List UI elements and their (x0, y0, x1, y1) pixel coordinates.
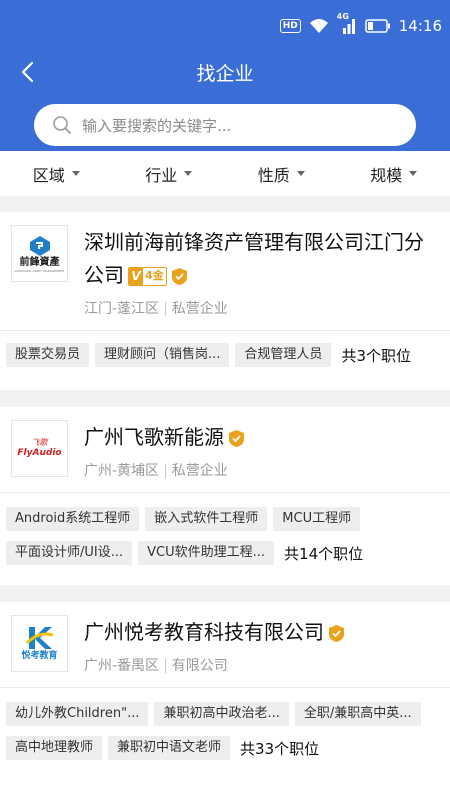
job-count: 共33个职位 (240, 739, 320, 758)
battery-icon (365, 19, 390, 33)
divider (0, 687, 450, 688)
search-placeholder: 输入要搜索的关键字... (82, 116, 232, 135)
job-tag[interactable]: 合规管理人员 (235, 343, 332, 367)
meta-separator: | (163, 301, 168, 317)
job-tag[interactable]: 平面设计师/UI设... (6, 541, 133, 565)
logo-text: 前鋒資產 (19, 256, 60, 268)
filter-bar: 区域 行业 性质 规模 (0, 151, 450, 196)
job-count: 共14个职位 (284, 544, 364, 563)
status-bar: HD 4G 14:16 (0, 0, 450, 50)
meta-separator: | (163, 463, 168, 479)
company-name: 深圳前海前锋资产管理有限公司江门分公司 V 4金 (84, 226, 434, 292)
verified-shield-icon (329, 625, 344, 642)
job-tag[interactable]: 兼职初高中政治老... (154, 702, 289, 726)
filter-label: 行业 (145, 165, 178, 185)
page-title: 找企业 (196, 63, 254, 85)
company-type: 私营企业 (171, 301, 228, 317)
job-tag[interactable]: 股票交易员 (6, 343, 90, 367)
job-tags: 股票交易员 理财顾问（销售岗... 合规管理人员 共3个职位 (6, 343, 446, 377)
company-type: 私营企业 (171, 463, 228, 479)
meta-separator: | (163, 658, 168, 674)
company-location: 广州-番禺区 (84, 658, 160, 674)
search-icon (53, 116, 71, 134)
company-name: 广州飞歌新能源 (84, 421, 434, 454)
job-tag[interactable]: 全职/兼职高中英... (294, 702, 421, 726)
caret-down-icon (184, 171, 193, 176)
verified-shield-icon (171, 268, 187, 285)
company-meta: 江门-蓬江区 | 私营企业 (84, 298, 228, 318)
company-type: 有限公司 (171, 658, 228, 674)
divider (0, 330, 450, 331)
company-logo: 飞歌 FlyAudio (11, 420, 68, 477)
job-tag[interactable]: MCU工程师 (273, 507, 361, 531)
job-tag[interactable]: 理财顾问（销售岗... (95, 343, 230, 367)
nav-bar: 找企业 (0, 50, 450, 96)
filter-size[interactable]: 规模 (338, 151, 450, 196)
job-tags: 幼儿外教Children"... 兼职初高中政治老... 全职/兼职高中英...… (6, 702, 446, 770)
wifi-icon (309, 19, 328, 33)
company-meta: 广州-黄埔区 | 私营企业 (84, 460, 228, 480)
vip-v-icon: V (129, 268, 143, 285)
company-location: 广州-黄埔区 (84, 463, 160, 479)
company-card[interactable]: 悦考教育 广州悦考教育科技有限公司 广州-番禺区 | 有限公司 幼儿外教Childr… (0, 602, 450, 800)
filter-industry[interactable]: 行业 (113, 151, 226, 196)
filter-region[interactable]: 区域 (0, 151, 113, 196)
logo-subtext: VANGUARD ASSET MANAGEMENT (14, 268, 65, 273)
clock: 14:16 (398, 17, 442, 35)
company-card[interactable]: 飞歌 FlyAudio 广州飞歌新能源 广州-黄埔区 | 私营企业 Android系… (0, 407, 450, 585)
app-header: HD 4G 14:16 找企业 输入要搜索的关键字... (0, 0, 450, 151)
caret-down-icon (409, 171, 418, 176)
logo-text: 悦考教育 (21, 651, 58, 661)
yuekao-logo-icon (25, 627, 53, 649)
filter-label: 规模 (370, 165, 403, 185)
company-logo: 前鋒資產 VANGUARD ASSET MANAGEMENT (11, 225, 68, 282)
filter-label: 区域 (32, 165, 65, 185)
company-name: 广州悦考教育科技有限公司 (84, 616, 434, 649)
verified-shield-icon (229, 430, 244, 447)
logo-subtext: FlyAudio (17, 448, 62, 458)
company-meta: 广州-番禺区 | 有限公司 (84, 655, 228, 675)
caret-down-icon (71, 171, 80, 176)
job-tag[interactable]: VCU软件助理工程... (138, 541, 275, 565)
job-tag[interactable]: 嵌入式软件工程师 (145, 507, 268, 531)
search-input[interactable]: 输入要搜索的关键字... (34, 104, 416, 146)
divider (0, 492, 450, 493)
signal-icon: 4G (337, 12, 357, 34)
job-tag[interactable]: 兼职初中语文老师 (108, 736, 231, 760)
job-tag[interactable]: Android系统工程师 (6, 507, 140, 531)
job-tag[interactable]: 幼儿外教Children"... (6, 702, 149, 726)
company-card[interactable]: 前鋒資產 VANGUARD ASSET MANAGEMENT 深圳前海前锋资产管… (0, 212, 450, 390)
caret-down-icon (296, 171, 305, 176)
company-location: 江门-蓬江区 (84, 301, 160, 317)
company-logo: 悦考教育 (11, 615, 68, 672)
logo-text: 飞歌 (31, 438, 48, 447)
job-count: 共3个职位 (341, 346, 411, 365)
filter-label: 性质 (257, 165, 290, 185)
filter-nature[interactable]: 性质 (225, 151, 338, 196)
vanguard-logo-icon (29, 235, 50, 256)
vip-badge: V 4金 (128, 267, 167, 286)
company-name-text: 广州飞歌新能源 (84, 425, 224, 449)
company-name-text: 广州悦考教育科技有限公司 (84, 620, 324, 644)
hd-icon: HD (279, 19, 301, 33)
vip-level: 4金 (145, 269, 164, 282)
job-tags: Android系统工程师 嵌入式软件工程师 MCU工程师 平面设计师/UI设..… (6, 507, 446, 575)
job-tag[interactable]: 高中地理教师 (6, 736, 103, 760)
